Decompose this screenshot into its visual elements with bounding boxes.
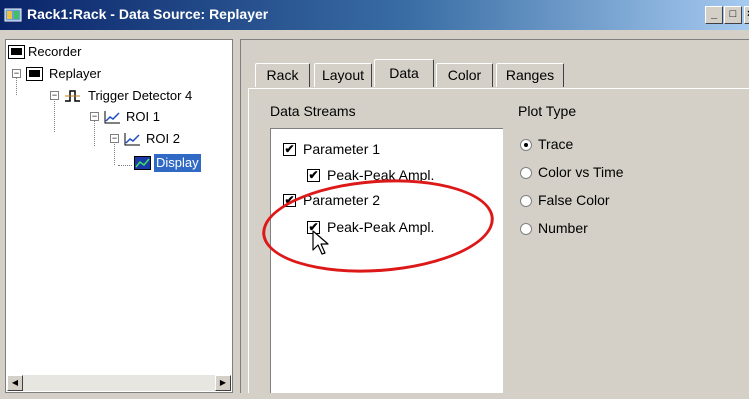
app-icon: [4, 8, 22, 22]
display-icon: [134, 156, 151, 170]
expander-roi-2[interactable]: −: [110, 134, 119, 143]
splitter[interactable]: [236, 39, 239, 393]
tree-item-label: Replayer: [49, 66, 102, 81]
tab-color[interactable]: Color: [436, 63, 493, 87]
tab-layout[interactable]: Layout: [314, 63, 372, 87]
tree-item-label: Display: [154, 154, 201, 172]
scroll-right-button[interactable]: ▶: [215, 375, 231, 391]
roi-icon: [124, 133, 140, 146]
maximize-button[interactable]: □: [724, 6, 742, 24]
window-title: Rack1:Rack - Data Source: Replayer: [27, 6, 269, 22]
tree-view[interactable]: Recorder − Replayer − Trigger Detector 4…: [5, 39, 233, 393]
tab-page-data: [248, 88, 749, 393]
title-bar[interactable]: Rack1:Rack - Data Source: Replayer _ □ ×: [0, 0, 749, 30]
tree-item-label: Trigger Detector 4: [88, 88, 193, 103]
tree-item-label: Recorder: [28, 44, 82, 59]
trigger-icon: [65, 90, 80, 102]
expander-trigger-detector[interactable]: −: [50, 91, 59, 100]
tree-line: [118, 165, 132, 166]
tab-data[interactable]: Data: [374, 59, 434, 87]
tree-item-label: ROI 1: [126, 109, 160, 124]
scroll-left-button[interactable]: ◀: [7, 375, 23, 391]
tab-ranges[interactable]: Ranges: [496, 63, 564, 87]
horizontal-scrollbar[interactable]: ◀ ▶: [7, 375, 231, 391]
recorder-icon: [26, 67, 43, 81]
expander-replayer[interactable]: −: [12, 69, 21, 78]
minimize-button[interactable]: _: [705, 6, 723, 24]
tree-line: [54, 95, 55, 132]
tree-item-label: ROI 2: [146, 131, 180, 146]
close-button[interactable]: ×: [744, 6, 749, 24]
roi-icon: [104, 111, 120, 124]
expander-roi-1[interactable]: −: [90, 112, 99, 121]
recorder-icon: [8, 45, 25, 59]
tab-rack[interactable]: Rack: [255, 63, 310, 87]
